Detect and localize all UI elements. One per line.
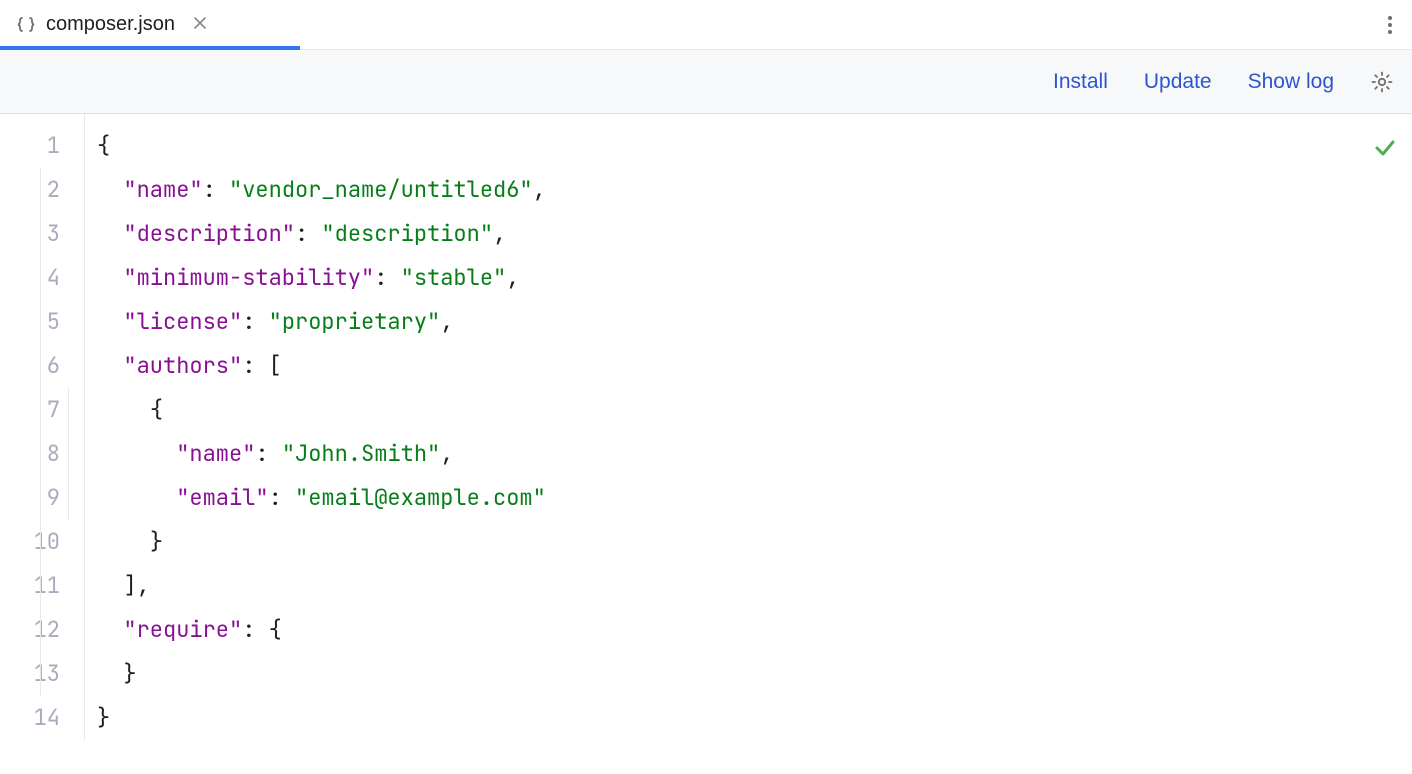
code-line: {: [97, 388, 1412, 432]
code-line: "license": "proprietary",: [97, 300, 1412, 344]
code-line: ],: [97, 564, 1412, 608]
code-editor[interactable]: 1 2 3 4 5 6 7 8 9 10 11 12 13 14 { "name…: [0, 114, 1412, 740]
line-number: 7: [0, 388, 60, 432]
show-log-button[interactable]: Show log: [1248, 70, 1334, 94]
line-number: 13: [0, 652, 60, 696]
code-content[interactable]: { "name": "vendor_name/untitled6", "desc…: [85, 114, 1412, 740]
line-number-gutter: 1 2 3 4 5 6 7 8 9 10 11 12 13 14: [0, 114, 85, 740]
code-line: }: [97, 696, 1412, 740]
tab-composer-json[interactable]: composer.json: [0, 0, 223, 49]
active-tab-indicator: [0, 46, 300, 50]
code-line: }: [97, 652, 1412, 696]
line-number: 6: [0, 344, 60, 388]
line-number: 2: [0, 168, 60, 212]
line-number: 1: [0, 124, 60, 168]
json-file-icon: [16, 15, 36, 35]
line-number: 4: [0, 256, 60, 300]
code-line: "minimum-stability": "stable",: [97, 256, 1412, 300]
code-line: {: [97, 124, 1412, 168]
code-line: "email": "email@example.com": [97, 476, 1412, 520]
line-number: 11: [0, 564, 60, 608]
code-line: "name": "John.Smith",: [97, 432, 1412, 476]
tab-bar: composer.json: [0, 0, 1412, 50]
gear-icon[interactable]: [1370, 70, 1394, 94]
code-line: "authors": [: [97, 344, 1412, 388]
indent-guide: [40, 168, 41, 696]
install-button[interactable]: Install: [1053, 70, 1108, 94]
check-icon[interactable]: [1374, 130, 1396, 174]
composer-action-bar: Install Update Show log: [0, 50, 1412, 114]
code-line: }: [97, 520, 1412, 564]
code-line: "description": "description",: [97, 212, 1412, 256]
line-number: 3: [0, 212, 60, 256]
line-number: 10: [0, 520, 60, 564]
indent-guide: [68, 388, 69, 520]
line-number: 9: [0, 476, 60, 520]
more-options-icon[interactable]: [1368, 13, 1412, 37]
line-number: 14: [0, 696, 60, 740]
tab-filename: composer.json: [46, 13, 175, 36]
code-line: "require": {: [97, 608, 1412, 652]
line-number: 5: [0, 300, 60, 344]
update-button[interactable]: Update: [1144, 70, 1212, 94]
close-icon[interactable]: [193, 14, 207, 35]
line-number: 8: [0, 432, 60, 476]
code-line: "name": "vendor_name/untitled6",: [97, 168, 1412, 212]
line-number: 12: [0, 608, 60, 652]
